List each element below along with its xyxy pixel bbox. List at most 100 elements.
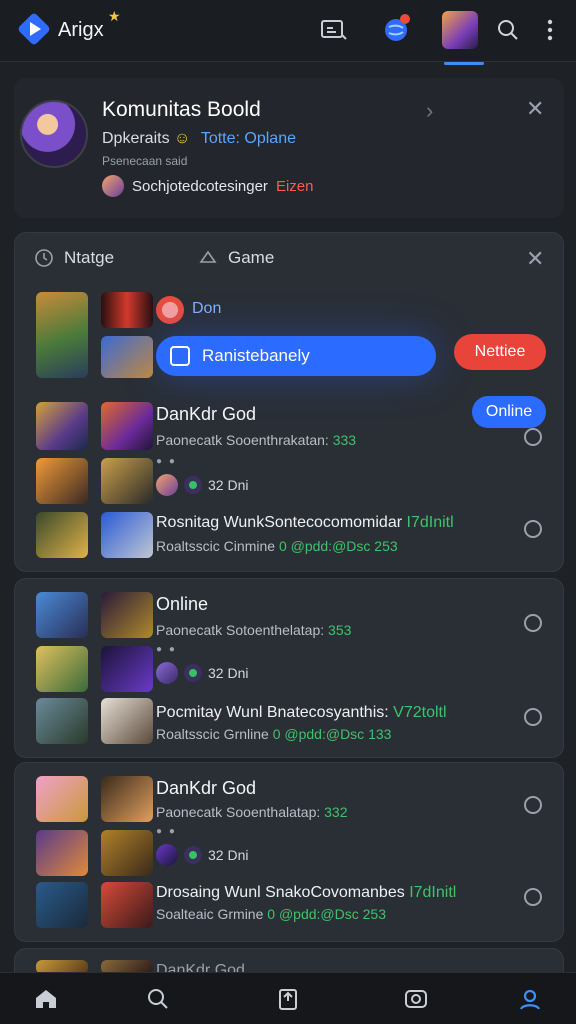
item-subtitle-tag: 0 @pdd:@Dsc 253	[267, 906, 386, 922]
game-thumbnail[interactable]	[101, 336, 153, 378]
upload-icon[interactable]	[274, 985, 302, 1013]
game-icon[interactable]	[402, 985, 430, 1013]
settings-icon[interactable]	[524, 708, 542, 726]
search-icon[interactable]	[490, 12, 526, 48]
community-meta: Psenecaan said	[102, 154, 188, 168]
settings-icon[interactable]	[524, 520, 542, 538]
more-icon[interactable]	[532, 12, 568, 48]
chat-icon[interactable]	[524, 614, 542, 632]
item-count: 353	[328, 622, 352, 638]
item-subtitle-text: Soalteaic Grmine	[156, 906, 264, 922]
item-subtitle-text: Paonecatk Sotoenthelatap:	[156, 622, 325, 638]
subtitle-text: Dpkeraits	[102, 130, 170, 147]
item-subtitle: Paonecatk Sotoenthelatap: 353	[156, 622, 351, 638]
subtitle-accent: Totte: Oplane	[200, 130, 296, 147]
primary-action-button[interactable]: Ranistebanely	[156, 336, 436, 376]
metric-avatar	[156, 844, 178, 866]
game-thumbnail[interactable]	[101, 830, 153, 876]
item-title[interactable]: Rosnitag WunkSontecocomomidar I7dInitl	[156, 514, 454, 532]
game-thumbnail[interactable]	[36, 458, 88, 504]
close-section-icon[interactable]: ✕	[526, 248, 544, 270]
star-icon: ★	[108, 8, 121, 24]
game-thumbnail[interactable]	[101, 882, 153, 928]
item-subtitle: Paonecatk Sooenthrakatan: 333	[156, 432, 356, 448]
home-icon[interactable]	[32, 985, 60, 1013]
gem-icon	[184, 664, 202, 682]
item-title[interactable]: Online	[156, 594, 208, 615]
metric-value: 32 Dni	[208, 477, 249, 493]
item-subtitle-tag: 0 @pdd:@Dsc 253	[278, 538, 398, 554]
game-thumbnail[interactable]	[101, 292, 153, 328]
notification-badge	[400, 14, 410, 24]
share-icon[interactable]: ›	[426, 100, 433, 122]
tab-game[interactable]: Game	[198, 248, 274, 268]
dots-indicator: ● ●	[156, 456, 177, 467]
item-title-text: Drosaing Wunl SnakoCovomanbes	[156, 884, 405, 901]
item-subtitle-text: Roaltsscic Grnline	[156, 726, 269, 742]
item-metric: 32 Dni	[156, 662, 248, 684]
tab-stage[interactable]: Ntatge	[34, 248, 114, 268]
item-subtitle: Paonecatk Sooenthalatap: 332	[156, 804, 348, 820]
action-icon	[170, 346, 190, 366]
item-metric: 32 Dni	[156, 474, 248, 496]
top-bar: Arigx ★	[0, 0, 576, 65]
chat-icon[interactable]	[524, 428, 542, 446]
community-name: Komunitas Boold	[102, 98, 261, 121]
community-member-line: Sochjotedcotesinger Eizen	[102, 175, 313, 197]
item-title[interactable]: DanKdr God	[156, 778, 256, 799]
game-thumbnail[interactable]	[36, 882, 88, 928]
video-icon[interactable]	[316, 12, 352, 48]
community-subtitle: Dpkeraits ☺ Totte: Oplane	[102, 130, 296, 148]
online-status-pill[interactable]: Online	[472, 396, 546, 428]
profile-icon[interactable]	[516, 985, 544, 1013]
item-title-text: Pocmitay Wunl Bnatecosyanthis:	[156, 704, 389, 721]
bottom-navigation	[0, 972, 576, 1024]
gem-icon	[184, 476, 202, 494]
game-thumbnail[interactable]	[36, 592, 88, 638]
metric-value: 32 Dni	[208, 847, 249, 863]
metric-avatar	[156, 474, 178, 496]
game-thumbnail[interactable]	[36, 830, 88, 876]
chat-icon[interactable]	[524, 796, 542, 814]
item-subtitle: Roaltsscic Cinmine 0 @pdd:@Dsc 253	[156, 538, 398, 554]
item-title-text: Rosnitag WunkSontecocomomidar	[156, 514, 403, 531]
game-thumbnail[interactable]	[101, 698, 153, 744]
item-title-tag: I7dInitl	[409, 884, 457, 901]
game-thumbnail[interactable]	[36, 292, 88, 378]
clock-icon	[35, 249, 53, 267]
item-metric: 32 Dni	[156, 844, 248, 866]
app-logo-icon[interactable]	[17, 12, 51, 46]
settings-icon[interactable]	[524, 888, 542, 906]
community-avatar[interactable]	[20, 100, 88, 168]
app-title: Arigx	[58, 19, 104, 41]
item-title[interactable]: Drosaing Wunl SnakoCovomanbes I7dInitl	[156, 884, 456, 902]
notification-globe-icon[interactable]	[378, 12, 414, 48]
primary-action-label: Ranistebanely	[202, 346, 310, 365]
profile-thumb[interactable]	[442, 11, 478, 49]
search-icon[interactable]	[144, 985, 172, 1013]
close-profile-icon[interactable]: ✕	[526, 98, 544, 120]
game-thumbnail[interactable]	[101, 776, 153, 822]
item-title-tag: V72toltl	[393, 704, 447, 721]
game-thumbnail[interactable]	[101, 592, 153, 638]
game-thumbnail[interactable]	[36, 402, 88, 450]
tab-stage-label: Ntatge	[64, 248, 115, 267]
notify-button[interactable]: Nettiee	[454, 334, 546, 370]
item-subtitle-text: Paonecatk Sooenthrakatan:	[156, 432, 329, 448]
item-title[interactable]: Pocmitay Wunl Bnatecosyanthis: V72toltl	[156, 704, 447, 722]
game-thumbnail[interactable]	[101, 458, 153, 504]
game-thumbnail[interactable]	[36, 512, 88, 558]
user-avatar[interactable]	[156, 296, 184, 324]
item-title[interactable]: DanKdr God	[156, 404, 256, 425]
game-thumbnail[interactable]	[101, 512, 153, 558]
game-thumbnail[interactable]	[36, 776, 88, 822]
game-thumbnail[interactable]	[36, 698, 88, 744]
community-profile-card	[14, 78, 564, 218]
game-thumbnail[interactable]	[101, 646, 153, 692]
item-subtitle-tag: 0 @pdd:@Dsc 133	[272, 726, 392, 742]
game-thumbnail[interactable]	[36, 646, 88, 692]
item-subtitle-text: Paonecatk Sooenthalatap:	[156, 804, 321, 820]
item-count: 332	[324, 804, 348, 820]
game-thumbnail[interactable]	[101, 402, 153, 450]
item-subtitle-text: Roaltsscic Cinmine	[156, 538, 276, 554]
